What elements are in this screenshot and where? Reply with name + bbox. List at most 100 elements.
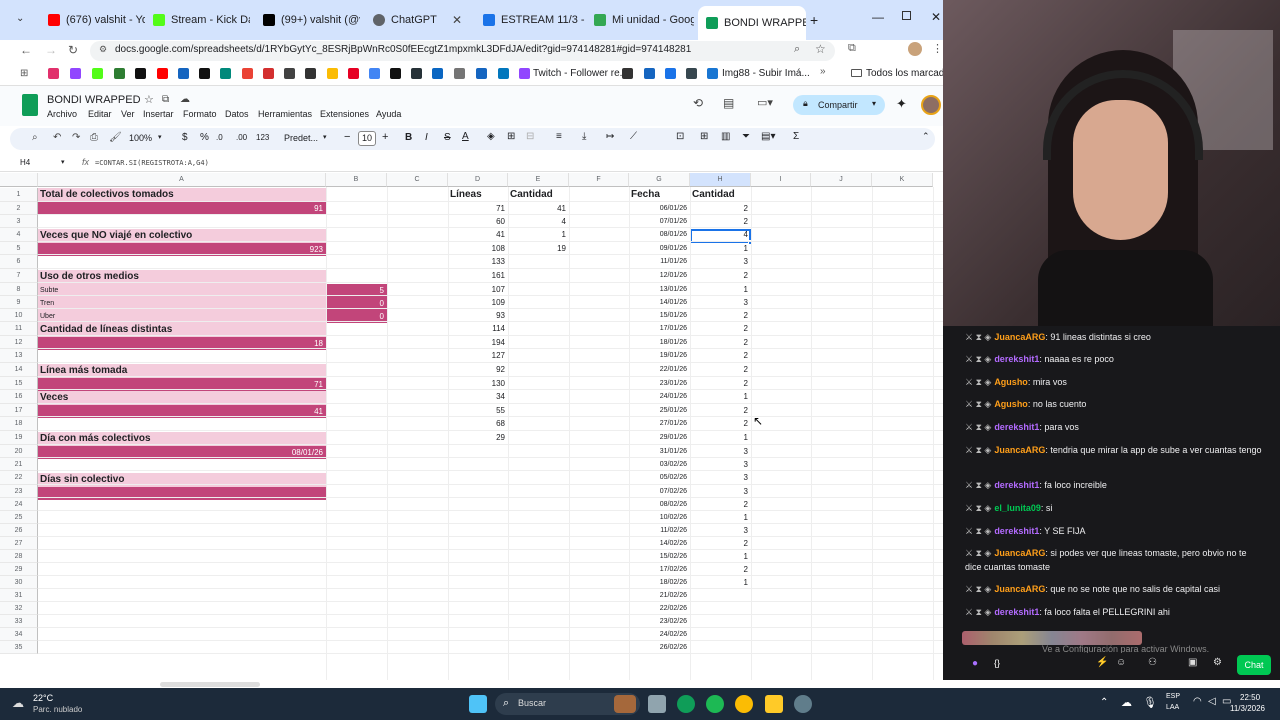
increase-decimal-button[interactable]: .00 (236, 133, 247, 142)
task-view-icon[interactable] (648, 695, 666, 713)
row-header[interactable]: 26 (0, 524, 38, 537)
linea-cell[interactable]: 34 (448, 390, 508, 404)
linea-cell[interactable]: 93 (448, 309, 508, 322)
mic-tray-icon[interactable]: 🎙︎ (1143, 696, 1157, 709)
row-header[interactable]: 16 (0, 390, 38, 404)
browser-tab[interactable]: ChatGPT ✕ (365, 8, 470, 32)
fecha-cell[interactable]: 17/01/26 (629, 322, 690, 336)
weather-temp[interactable]: 22°C (33, 693, 53, 703)
menu-insertar[interactable]: Insertar (143, 109, 174, 119)
chat-username[interactable]: derekshit1 (994, 422, 1039, 432)
linea-cell[interactable]: 161 (448, 269, 508, 283)
row-header[interactable]: 18 (0, 417, 38, 431)
chat-message[interactable]: ⚔ ⧗ ◈ JuancaARG: 91 lineas distintas si c… (965, 330, 1265, 344)
fecha-cantidad-cell[interactable]: 3 (690, 485, 751, 498)
chat-send-button[interactable]: Chat (1237, 655, 1271, 675)
browser-tab[interactable]: Stream - Kick Das✕ (145, 8, 250, 32)
bookmark-icon[interactable] (263, 68, 274, 79)
chat-message[interactable]: ⚔ ⧗ ◈ derekshit1: para vos (965, 420, 1265, 434)
column-header-h[interactable]: H (690, 173, 751, 187)
fecha-cell[interactable]: 08/01/26 (629, 228, 690, 242)
menu-ayuda[interactable]: Ayuda (376, 109, 401, 119)
row-header[interactable]: 23 (0, 485, 38, 498)
more-bookmarks-icon[interactable]: » (820, 66, 826, 77)
print-icon[interactable]: ⎙ (90, 132, 98, 143)
instagram-icon[interactable] (48, 68, 59, 79)
meet-icon[interactable]: ▭▾ (757, 96, 773, 109)
zoom-icon[interactable]: ⌕ (794, 43, 800, 56)
fill-color-icon[interactable]: ◈ (487, 131, 495, 142)
fecha-cantidad-cell[interactable]: 2 (690, 363, 751, 377)
star-icon[interactable]: ☆ (815, 42, 826, 56)
fecha-cell[interactable]: 24/02/26 (629, 628, 690, 641)
twitch-icon[interactable] (70, 68, 81, 79)
fecha-cantidad-cell[interactable]: 1 (690, 390, 751, 404)
collapse-icon[interactable]: ⌃ (922, 131, 930, 142)
weather-icon[interactable]: ☁ (12, 696, 24, 710)
fecha-cell[interactable]: 18/01/26 (629, 336, 690, 349)
linea-cell[interactable]: 107 (448, 283, 508, 296)
fecha-cell[interactable]: 23/01/26 (629, 377, 690, 390)
column-header-e[interactable]: E (508, 173, 569, 187)
row-header[interactable]: 35 (0, 641, 38, 654)
row-header[interactable]: 30 (0, 576, 38, 589)
chrome-icon[interactable] (369, 68, 380, 79)
chevron-down-icon[interactable]: ▾ (61, 158, 65, 166)
chat-message[interactable]: ⚔ ⧗ ◈ derekshit1: Y SE FIJA (965, 524, 1265, 538)
strikethrough-button[interactable]: S (444, 132, 451, 143)
fecha-cell[interactable]: 25/01/26 (629, 404, 690, 417)
linea-cell[interactable]: 71 (448, 202, 508, 215)
fecha-cantidad-cell[interactable]: 3 (690, 471, 751, 485)
column-header-j[interactable]: J (811, 173, 872, 187)
chat-message[interactable]: ⚔ ⧗ ◈ derekshit1: naaaa es re poco (965, 352, 1265, 366)
share-dropdown-icon[interactable]: ▾ (872, 99, 876, 108)
extensions-icon[interactable]: ⧉ (848, 42, 856, 55)
row-header[interactable]: 32 (0, 602, 38, 615)
fecha-cell[interactable]: 15/02/26 (629, 550, 690, 563)
site-info-icon[interactable]: ⚙ (99, 44, 107, 55)
row-header[interactable]: 9 (0, 296, 38, 309)
fecha-cantidad-cell[interactable]: 2 (690, 336, 751, 349)
column-header-b[interactable]: B (326, 173, 387, 187)
fecha-cell[interactable]: 29/01/26 (629, 431, 690, 445)
fecha-cantidad-cell[interactable]: 1 (690, 242, 751, 255)
clock-time[interactable]: 22:50 (1240, 693, 1260, 702)
chat-message[interactable]: ⚔ ⧗ ◈ derekshit1: fa loco increible (965, 478, 1265, 492)
chat-message[interactable]: ⚔ ⧗ ◈ Agusho: mira vos (965, 375, 1265, 389)
comment-icon[interactable]: ⊞ (700, 131, 708, 142)
text-color-button[interactable]: A (462, 131, 469, 142)
fecha-cantidad-cell[interactable]: 3 (690, 524, 751, 537)
fecha-cantidad-cell[interactable]: 3 (690, 458, 751, 471)
row-header[interactable]: 1 (0, 188, 38, 202)
linea-cell[interactable]: 68 (448, 417, 508, 431)
fecha-cell[interactable]: 18/02/26 (629, 576, 690, 589)
browser-tab-active[interactable]: BONDI WRAPPED✕ (698, 6, 806, 40)
fecha-cantidad-cell[interactable]: 2 (690, 349, 751, 363)
rotate-icon[interactable]: ⟋ (630, 131, 637, 142)
kick-icon[interactable] (92, 68, 103, 79)
row-header[interactable]: 21 (0, 458, 38, 471)
chat-username[interactable]: derekshit1 (994, 480, 1039, 490)
linea-cell[interactable]: 55 (448, 404, 508, 417)
valign-icon[interactable]: ⤓ (582, 131, 586, 142)
row-header[interactable]: 5 (0, 242, 38, 255)
linea-cell[interactable]: 108 (448, 242, 508, 255)
wifi-icon[interactable]: ◠ (1193, 696, 1202, 707)
new-tab-button[interactable]: + (810, 12, 818, 28)
chat-input[interactable]: {} (994, 658, 1000, 668)
chat-username[interactable]: JuancaARG (994, 445, 1045, 455)
fecha-cell[interactable]: 13/01/26 (629, 283, 690, 296)
fecha-cantidad-cell[interactable]: 2 (690, 563, 751, 576)
chat-message[interactable]: ⚔ ⧗ ◈ el_lunita09: si (965, 501, 1265, 515)
pinterest-icon[interactable] (348, 68, 359, 79)
chrome-icon[interactable] (735, 695, 753, 713)
zoom-select[interactable]: 100% (129, 133, 152, 143)
menu-datos[interactable]: Datos (225, 109, 249, 119)
sheets-logo-icon[interactable] (22, 94, 38, 116)
column-header-k[interactable]: K (872, 173, 933, 187)
row-header[interactable]: 10 (0, 309, 38, 322)
font-size-increase-icon[interactable]: + (382, 131, 388, 143)
bookmark-icon[interactable] (390, 68, 401, 79)
fecha-cell[interactable]: 05/02/26 (629, 471, 690, 485)
fecha-cell[interactable]: 24/01/26 (629, 390, 690, 404)
